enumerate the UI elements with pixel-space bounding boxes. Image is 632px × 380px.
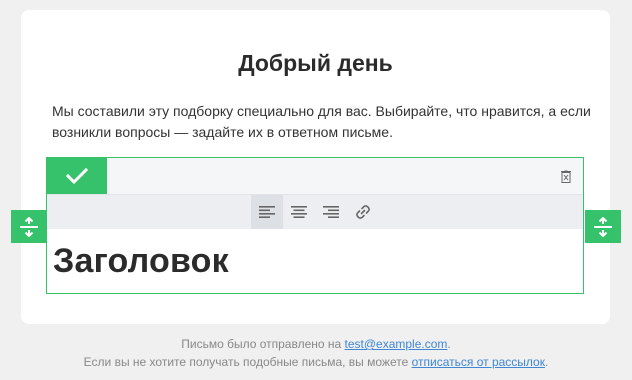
insert-link-button[interactable] bbox=[347, 195, 379, 229]
footer-sent-period: . bbox=[447, 337, 451, 351]
right-resize-handle[interactable] bbox=[585, 210, 621, 243]
heading-block-editor[interactable]: Заголовок bbox=[46, 157, 584, 294]
text-format-toolbar bbox=[47, 195, 583, 229]
footer-sent-text: Письмо было отправлено на bbox=[181, 337, 345, 351]
footer-unsubscribe-period: . bbox=[544, 355, 549, 369]
footer-sent-line: Письмо было отправлено на test@example.c… bbox=[0, 337, 632, 351]
left-resize-handle[interactable] bbox=[11, 210, 47, 243]
trash-icon bbox=[561, 169, 571, 183]
footer-unsubscribe-text: Если вы не хотите получать подобные пись… bbox=[83, 355, 412, 369]
editable-heading[interactable]: Заголовок bbox=[53, 242, 229, 281]
align-left-icon bbox=[259, 206, 275, 218]
email-intro-text: Мы составили эту подборку специально для… bbox=[52, 103, 591, 140]
link-icon bbox=[356, 205, 370, 219]
unsubscribe-link[interactable]: отписаться от рассылок bbox=[412, 355, 545, 369]
recipient-email-link[interactable]: test@example.com bbox=[345, 337, 448, 351]
align-center-button[interactable] bbox=[283, 195, 315, 229]
align-left-button[interactable] bbox=[251, 195, 283, 229]
align-right-button[interactable] bbox=[315, 195, 347, 229]
delete-block-button[interactable] bbox=[557, 167, 575, 185]
align-right-icon bbox=[323, 206, 339, 218]
confirm-button[interactable] bbox=[47, 158, 107, 194]
footer-unsubscribe-line: Если вы не хотите получать подобные пись… bbox=[0, 355, 632, 369]
editor-top-bar bbox=[47, 158, 583, 195]
resize-vertical-icon bbox=[594, 216, 612, 237]
resize-vertical-icon bbox=[20, 216, 38, 237]
check-icon bbox=[66, 168, 88, 184]
email-greeting: Добрый день bbox=[238, 50, 393, 76]
align-center-icon bbox=[291, 206, 307, 218]
